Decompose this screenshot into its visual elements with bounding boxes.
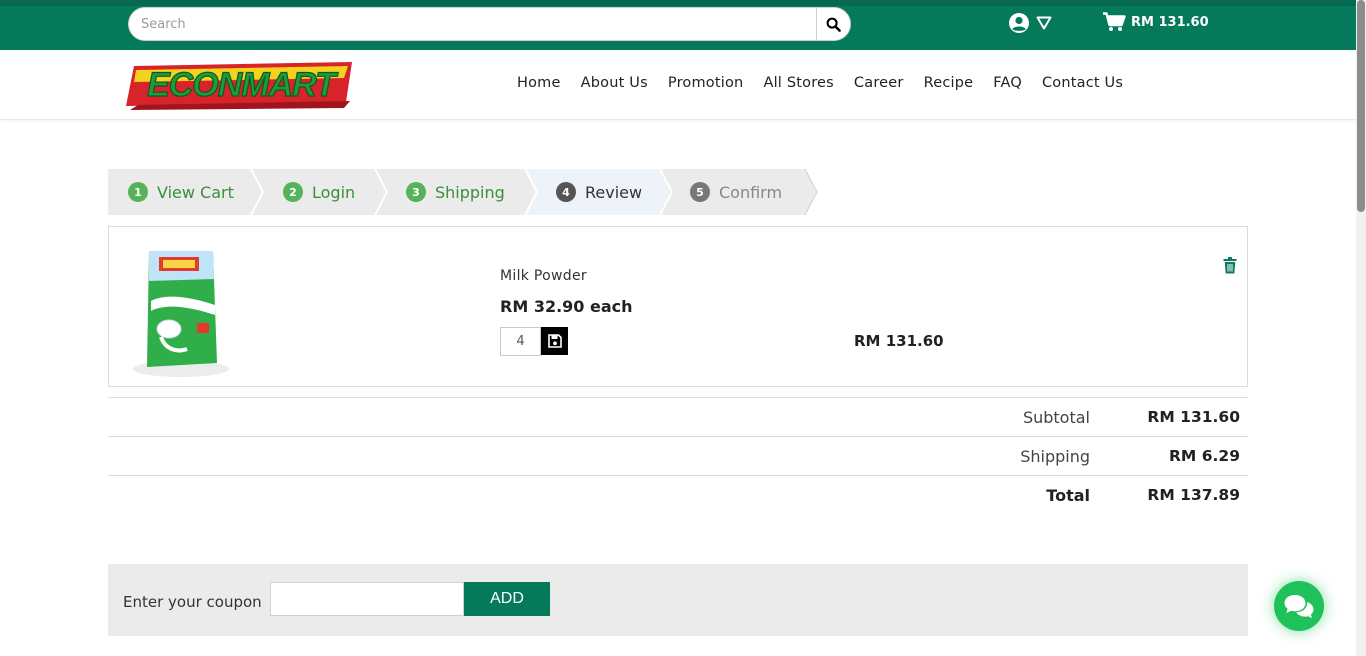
save-quantity-button[interactable]	[541, 327, 568, 355]
product-image	[133, 251, 229, 377]
step-number: 5	[690, 182, 710, 202]
econmart-logo[interactable]: ECONMART	[124, 56, 356, 114]
step-number: 3	[406, 182, 426, 202]
total-label: Total	[1046, 486, 1090, 505]
nav-about-us[interactable]: About Us	[581, 75, 648, 91]
cart-icon	[1103, 12, 1126, 31]
search-button[interactable]	[816, 8, 850, 40]
checkout-steps: 1 View Cart 2 Login 3 Shipping 4 Review …	[108, 169, 828, 215]
subtotal-value: RM 131.60	[1147, 408, 1240, 426]
line-total: RM 131.60	[854, 332, 944, 350]
main-nav: Home About Us Promotion All Stores Caree…	[517, 75, 1143, 91]
cart-item: Milk Powder RM 32.90 each RM 131.60	[108, 226, 1248, 387]
coupon-label: Enter your coupon	[123, 593, 262, 611]
nav-all-stores[interactable]: All Stores	[763, 75, 833, 91]
shipping-row: Shipping RM 6.29	[108, 436, 1248, 475]
nav-home[interactable]: Home	[517, 75, 561, 91]
svg-text:ECONMART: ECONMART	[147, 66, 339, 104]
total-row: Total RM 137.89	[108, 475, 1248, 514]
step-view-cart[interactable]: 1 View Cart	[128, 169, 234, 215]
nav-faq[interactable]: FAQ	[993, 75, 1022, 91]
step-number: 2	[283, 182, 303, 202]
nav-recipe[interactable]: Recipe	[924, 75, 974, 91]
order-totals: Subtotal RM 131.60 Shipping RM 6.29 Tota…	[108, 397, 1248, 514]
search-box	[128, 7, 851, 41]
step-shipping[interactable]: 3 Shipping	[406, 169, 505, 215]
step-label: Confirm	[719, 182, 783, 202]
scrollbar[interactable]	[1356, 0, 1366, 656]
product-name[interactable]: Milk Powder	[500, 268, 587, 284]
quantity-input[interactable]	[500, 327, 541, 356]
chat-button[interactable]	[1274, 581, 1324, 631]
nav-career[interactable]: Career	[854, 75, 904, 91]
floppy-disk-icon	[547, 334, 562, 348]
step-number: 1	[128, 182, 148, 202]
step-login[interactable]: 2 Login	[283, 169, 355, 215]
coupon-input[interactable]	[270, 582, 464, 616]
account-menu[interactable]	[1008, 12, 1052, 34]
top-bar: RM 131.60	[0, 0, 1356, 50]
step-label: Login	[312, 182, 356, 202]
shipping-label: Shipping	[1020, 447, 1090, 466]
cart-total: RM 131.60	[1131, 14, 1209, 30]
caret-down-icon	[1036, 16, 1052, 30]
step-label: View Cart	[157, 182, 234, 202]
coupon-section: Enter your coupon ADD	[108, 564, 1248, 636]
chat-bubble-icon	[1284, 595, 1314, 618]
step-number: 4	[556, 182, 576, 202]
trash-icon[interactable]	[1223, 257, 1237, 274]
search-icon	[826, 17, 841, 32]
step-confirm: 5 Confirm	[690, 169, 782, 215]
user-icon	[1009, 13, 1029, 33]
add-coupon-button[interactable]: ADD	[464, 582, 550, 616]
total-value: RM 137.89	[1147, 486, 1240, 504]
nav-contact-us[interactable]: Contact Us	[1042, 75, 1123, 91]
shipping-value: RM 6.29	[1169, 447, 1240, 465]
nav-promotion[interactable]: Promotion	[668, 75, 744, 91]
site-header: ECONMART Home About Us Promotion All Sto…	[0, 50, 1356, 120]
step-label: Review	[585, 182, 643, 202]
cart-summary[interactable]: RM 131.60	[1102, 12, 1209, 32]
scrollbar-thumb[interactable]	[1357, 0, 1365, 212]
product-unit-price: RM 32.90 each	[500, 297, 633, 316]
step-review[interactable]: 4 Review	[556, 169, 642, 215]
subtotal-row: Subtotal RM 131.60	[108, 397, 1248, 436]
search-input[interactable]	[129, 8, 817, 40]
subtotal-label: Subtotal	[1022, 408, 1090, 427]
step-label: Shipping	[435, 182, 505, 202]
